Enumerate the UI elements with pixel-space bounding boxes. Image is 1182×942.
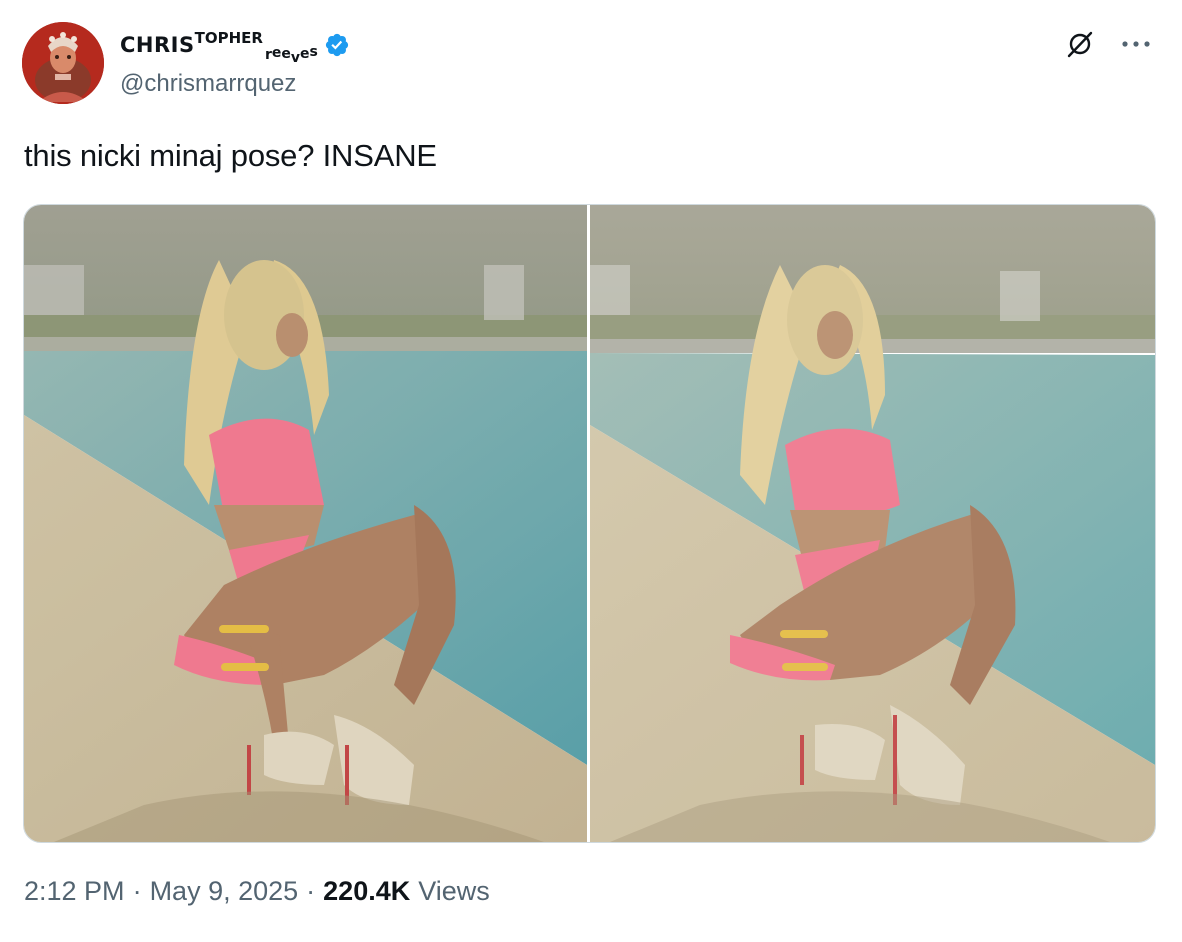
tweet-text: this nicki minaj pose? INSANE — [24, 138, 437, 173]
display-name-letter: e — [281, 46, 291, 62]
display-name-superscript: TOPHER — [194, 29, 263, 47]
grok-icon — [1067, 31, 1093, 58]
avatar[interactable] — [22, 22, 104, 104]
photo-1[interactable] — [24, 205, 587, 842]
photo-2[interactable] — [590, 205, 1155, 842]
pool-photo-image — [590, 205, 1155, 842]
more-options-button[interactable] — [1116, 26, 1156, 62]
verified-badge-icon — [325, 33, 348, 57]
views-label: Views — [418, 876, 490, 906]
pool-photo-image — [24, 205, 587, 842]
separator: · — [132, 876, 142, 906]
display-name-letter: s — [309, 44, 318, 60]
display-name-main: CHRIS — [120, 33, 195, 57]
avatar-image — [22, 22, 104, 104]
display-name-letter: r — [264, 47, 272, 63]
user-handle[interactable]: @chrismarrquez — [120, 70, 296, 98]
display-name[interactable]: CHRIS TOPHER reeves — [120, 28, 350, 66]
grok-button[interactable] — [1062, 26, 1098, 62]
display-name-letter: e — [299, 46, 310, 62]
display-name-letter: v — [290, 50, 300, 66]
media-grid — [23, 204, 1156, 843]
timestamp-time[interactable]: 2:12 PM — [24, 876, 125, 907]
tweet-card: CHRIS TOPHER reeves @chrismarrquez this … — [0, 0, 1182, 942]
display-name-subscript: reeves — [264, 44, 318, 66]
more-dots-icon — [1122, 41, 1150, 47]
views-count: 220.4K — [323, 876, 411, 906]
timestamp-date[interactable]: May 9, 2025 — [150, 876, 299, 907]
display-name-letter: e — [271, 45, 282, 61]
separator: · — [306, 876, 316, 906]
tweet-footer: 2:12 PM · May 9, 2025 · 220.4K Views — [24, 876, 490, 907]
